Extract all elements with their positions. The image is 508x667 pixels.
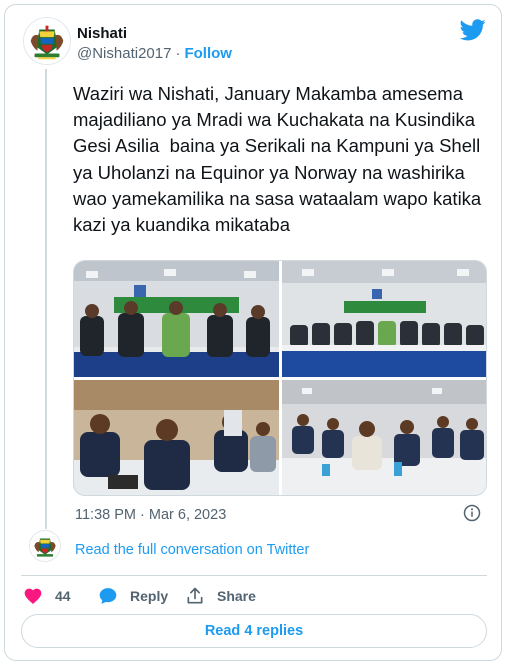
tweet-timestamp[interactable]: 11:38 PM · Mar 6, 2023 bbox=[75, 507, 226, 523]
twitter-bird-icon[interactable] bbox=[460, 19, 486, 41]
tweet-photo-3[interactable] bbox=[74, 380, 279, 495]
actions-divider bbox=[21, 575, 487, 576]
photo-officials-standing bbox=[74, 261, 279, 377]
account-name[interactable]: Nishati bbox=[77, 25, 127, 42]
embedded-tweet-card: Nishati @Nishati2017 · Follow Waziri wa Ni… bbox=[4, 4, 502, 661]
coat-of-arms-logo bbox=[24, 18, 70, 64]
tweet-text: Waziri wa Nishati, January Makamba amese… bbox=[73, 83, 487, 236]
read-full-conversation-link[interactable]: Read the full conversation on Twitter bbox=[75, 542, 309, 558]
reply-button[interactable]: Reply bbox=[98, 585, 168, 607]
share-label: Share bbox=[217, 588, 256, 604]
tweet-photo-4[interactable] bbox=[282, 380, 486, 495]
photo-head-table bbox=[282, 261, 486, 377]
heart-icon bbox=[24, 588, 42, 604]
read-replies-button[interactable]: Read 4 replies bbox=[21, 614, 487, 648]
account-avatar[interactable] bbox=[23, 17, 71, 65]
conversation-avatar[interactable] bbox=[29, 530, 61, 562]
account-handle-row: @Nishati2017 · Follow bbox=[77, 45, 232, 62]
account-handle[interactable]: @Nishati2017 bbox=[77, 45, 171, 62]
info-icon[interactable] bbox=[463, 504, 481, 522]
like-button[interactable]: 44 bbox=[23, 585, 71, 607]
photo-audience-hall bbox=[282, 380, 486, 495]
reply-bubble-icon bbox=[99, 588, 117, 604]
share-button[interactable]: Share bbox=[185, 585, 256, 607]
tweet-photo-1[interactable] bbox=[74, 261, 279, 377]
photo-audience-left bbox=[74, 380, 279, 495]
tweet-media-grid bbox=[73, 260, 487, 496]
follow-button[interactable]: Follow bbox=[184, 45, 232, 62]
coat-of-arms-logo-small bbox=[30, 531, 60, 561]
share-icon bbox=[187, 587, 203, 604]
reply-label: Reply bbox=[130, 588, 169, 604]
like-count: 44 bbox=[55, 588, 71, 604]
tweet-photo-2[interactable] bbox=[282, 261, 486, 377]
thread-connector-line bbox=[45, 69, 47, 529]
separator-dot: · bbox=[175, 45, 181, 62]
